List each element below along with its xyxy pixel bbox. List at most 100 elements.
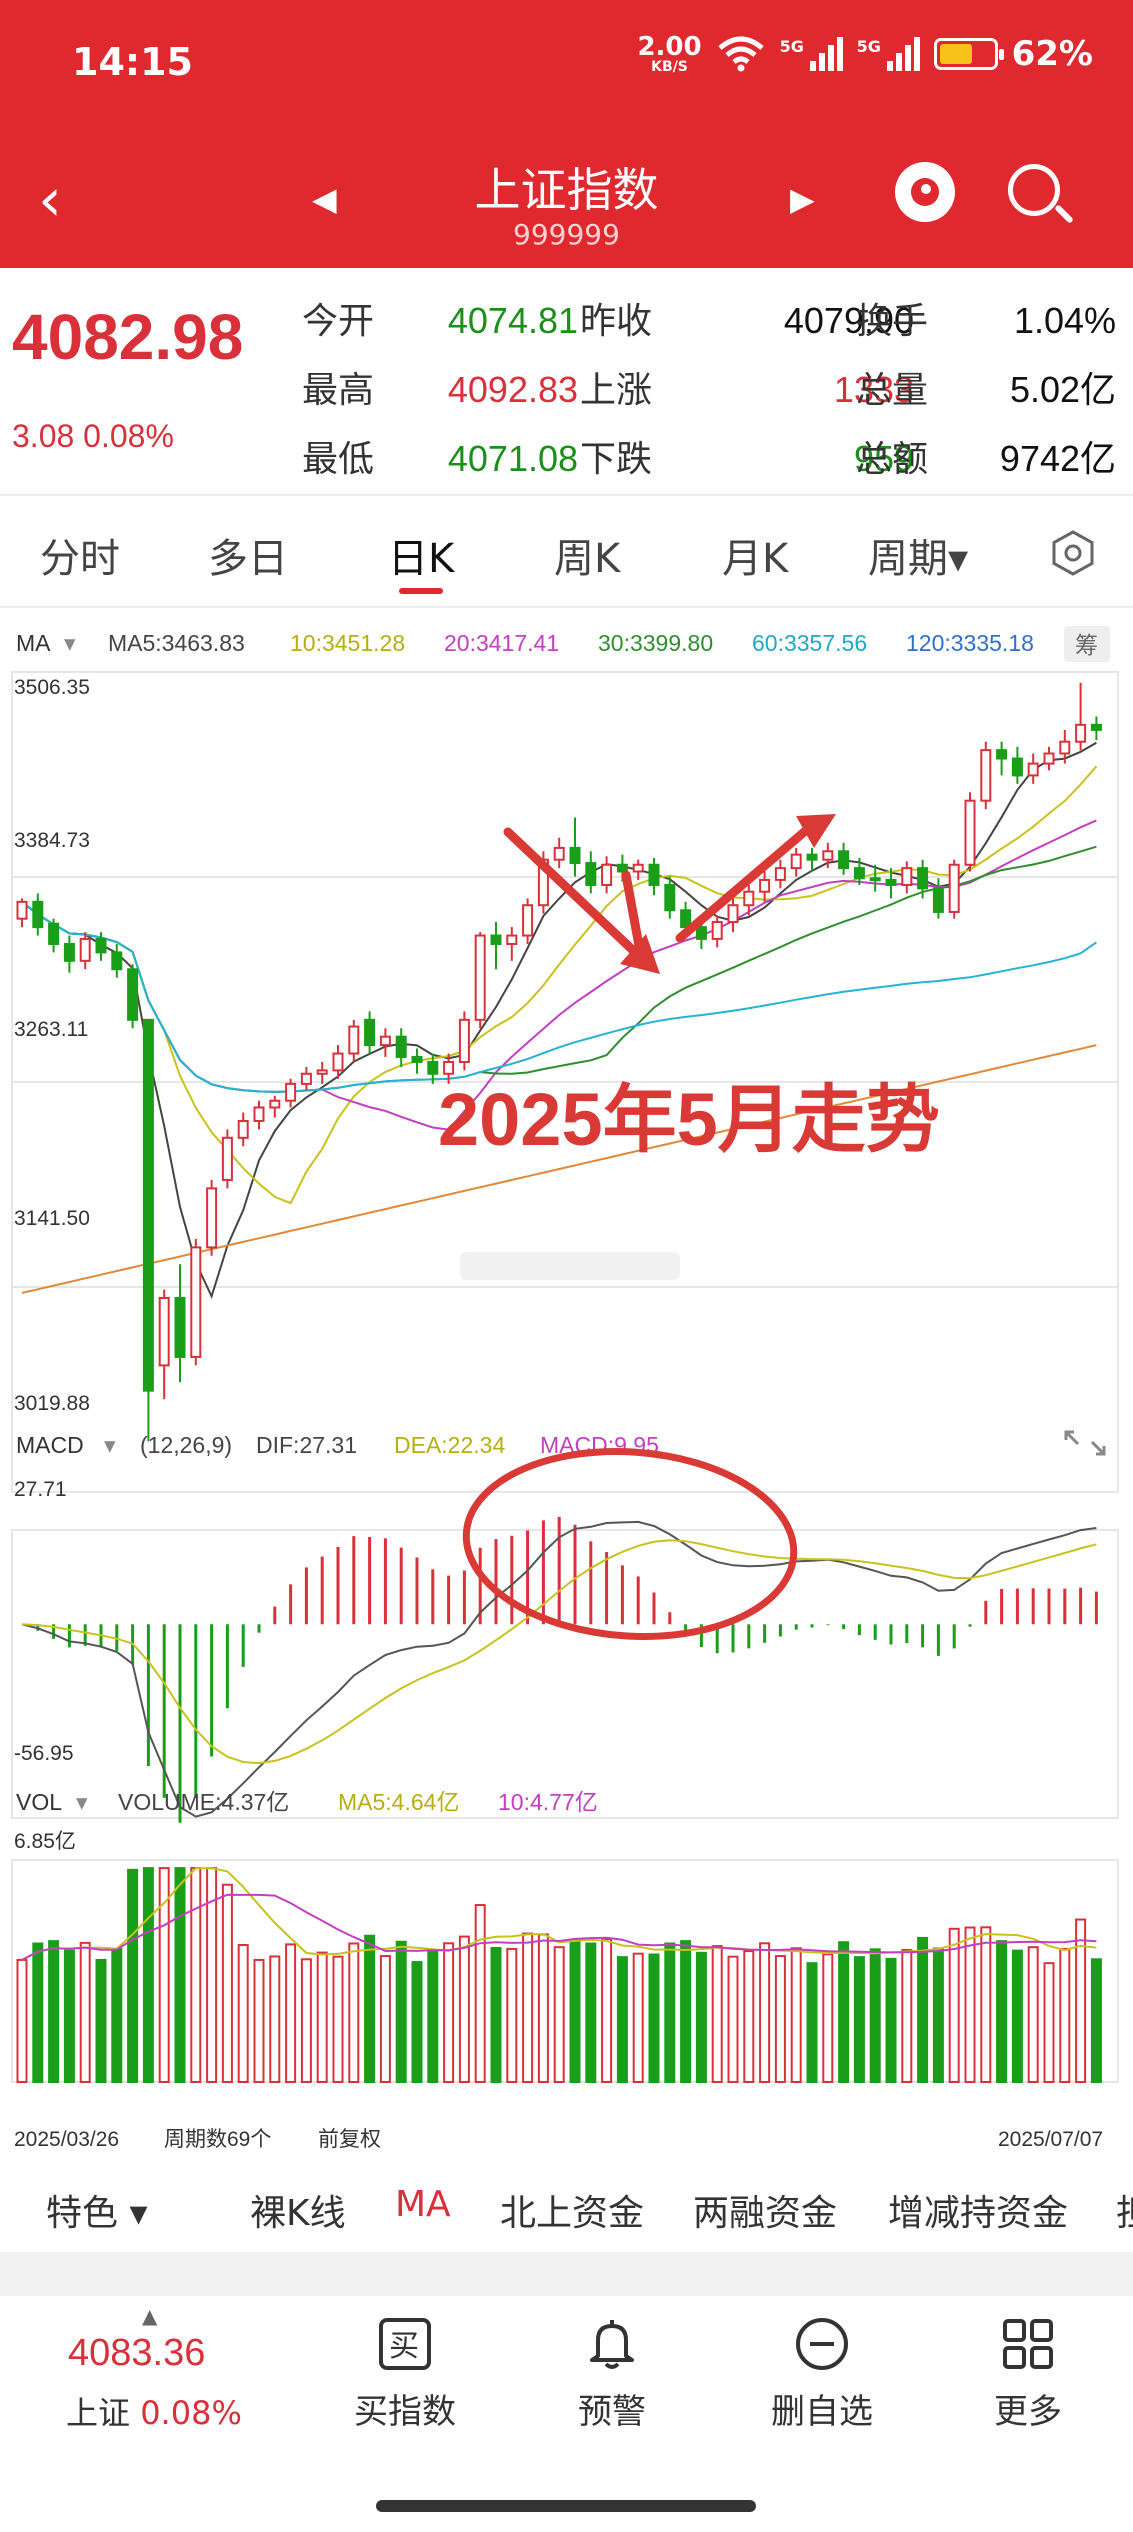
volume-bar <box>980 1926 992 2084</box>
vol-axis-label: 6.85亿 <box>14 1830 76 1853</box>
volume-bar <box>506 1947 518 2084</box>
candle-body <box>458 1018 470 1063</box>
candle-body <box>190 1246 202 1358</box>
volume-bar <box>285 1943 297 2084</box>
candle-body <box>632 863 644 873</box>
candle-body <box>474 934 486 1021</box>
candle <box>348 1019 360 1062</box>
buy-index-button[interactable]: 买 买指数 <box>335 2316 475 2433</box>
feature-special[interactable]: 特色 ▾ <box>46 2184 148 2236</box>
volume-bar <box>221 1883 233 2083</box>
vol-dropdown[interactable]: VOL <box>16 1789 62 1815</box>
candle-body <box>1027 762 1039 777</box>
feature-ma[interactable]: MA <box>395 2184 451 2225</box>
candle-body <box>127 968 139 1021</box>
tab-daily-k[interactable]: 日K <box>388 526 454 594</box>
tab-weekly-k[interactable]: 周K <box>554 526 620 584</box>
volume-bar <box>253 1958 265 2083</box>
volume-bar <box>474 1904 486 2084</box>
candle-body <box>443 1060 455 1075</box>
volume-bar <box>917 1936 929 2083</box>
minus-circle-icon <box>796 2318 848 2370</box>
more-button[interactable]: 更多 <box>958 2316 1098 2433</box>
candle <box>806 847 818 872</box>
candle <box>300 1067 312 1091</box>
volume-panel <box>16 1867 1102 2084</box>
mascot-icon[interactable] <box>895 162 955 222</box>
volume-bar <box>79 1941 91 2083</box>
vol-legend: VOL ▾ VOLUME:4.37亿 MA5:4.64亿 10:4.77亿 <box>16 1789 598 1815</box>
volume-bar <box>996 1940 1008 2083</box>
feature-northbound[interactable]: 北上资金 <box>500 2184 644 2236</box>
candle-body <box>917 867 929 890</box>
chips-button[interactable]: 筹 <box>1075 632 1098 658</box>
price-axis: 3506.35 3384.73 3263.11 3141.50 3019.88 <box>14 676 90 1415</box>
expand-up-icon[interactable]: ▲ <box>142 2304 157 2328</box>
feature-holdings[interactable]: 增减持资金 <box>888 2184 1068 2236</box>
candle <box>127 964 139 1029</box>
search-icon[interactable] <box>1008 164 1060 216</box>
net-speed: 2.00 KB/S <box>637 32 702 75</box>
candle-body <box>869 877 881 882</box>
candle-body <box>48 922 60 945</box>
tab-period[interactable]: 周期▾ <box>868 526 968 584</box>
volume-bar <box>395 1940 407 2083</box>
signal-icon-1: 5G <box>780 37 843 71</box>
tab-monthly-k[interactable]: 月K <box>722 526 788 584</box>
wifi-icon <box>717 36 764 72</box>
ma120-value: 120:3335.18 <box>906 630 1034 656</box>
k-line-chart[interactable]: MA ▾ MA5:3463.83 10:3451.28 20:3417.41 3… <box>0 612 1133 2162</box>
volume-bar <box>522 1932 534 2083</box>
quote-col-1: 今开 4074.81 最高 4092.83 最低 4071.08 <box>302 286 578 493</box>
candle <box>774 859 786 889</box>
feature-margin[interactable]: 两融资金 <box>693 2184 837 2236</box>
macd-dropdown[interactable]: MACD <box>16 1432 84 1458</box>
x-axis-start: 2025/03/26 <box>14 2128 119 2151</box>
candle <box>648 858 660 896</box>
bottom-price[interactable]: 4083.36 <box>68 2332 205 2375</box>
x-axis-adjust[interactable]: 前复权 <box>318 2128 381 2151</box>
home-indicator[interactable] <box>376 2500 756 2512</box>
volume-bar <box>364 1934 376 2084</box>
candle-body <box>711 921 723 940</box>
ma-dropdown[interactable]: MA <box>16 630 51 656</box>
candle-body <box>901 867 913 886</box>
volume-bar <box>616 1956 628 2084</box>
ma-dropdown-caret-icon[interactable]: ▾ <box>64 630 76 656</box>
feature-naked-k[interactable]: 裸K线 <box>250 2184 346 2236</box>
candle-body <box>664 883 676 912</box>
battery-percent: 62% <box>1011 34 1093 74</box>
macd-axis-label: -56.95 <box>14 1742 74 1765</box>
settings-hex-icon[interactable] <box>1048 528 1098 578</box>
volume-bar <box>869 1948 881 2083</box>
vol-ma5: MA5:4.64亿 <box>338 1789 459 1815</box>
alert-button[interactable]: 预警 <box>542 2316 682 2433</box>
expand-icon[interactable] <box>1064 1430 1106 1456</box>
watermark-blur <box>460 1252 680 1280</box>
nav-bar: ‹ ◀ 上证指数 999999 ▶ <box>0 140 1133 268</box>
candle-body <box>427 1060 439 1075</box>
tab-intraday[interactable]: 分时 <box>40 526 120 584</box>
volume-bar <box>901 1948 913 2083</box>
macd-dropdown-caret-icon[interactable]: ▾ <box>104 1432 116 1458</box>
tab-multi-day[interactable]: 多日 <box>208 526 288 584</box>
candle <box>269 1095 281 1118</box>
vol-dropdown-caret-icon[interactable]: ▾ <box>76 1789 88 1815</box>
candle-body <box>506 934 518 945</box>
next-stock-icon[interactable]: ▶ <box>790 180 815 218</box>
candle <box>474 932 486 1029</box>
remove-watchlist-button[interactable]: 删自选 <box>752 2316 892 2433</box>
value-open: 4074.81 <box>447 300 579 341</box>
candle-body <box>32 900 44 929</box>
page-title: 上证指数 <box>474 163 659 217</box>
label-turnover: 换手 <box>856 301 929 342</box>
candle <box>790 847 802 877</box>
candle <box>111 943 123 978</box>
feature-more[interactable]: 担 <box>1116 2184 1133 2236</box>
macd-dif: DIF:27.31 <box>256 1432 357 1458</box>
divider <box>0 2252 1133 2296</box>
macd-panel <box>21 1516 1098 1823</box>
ma5-line <box>21 741 1097 1300</box>
buy-icon: 买 <box>379 2318 431 2370</box>
candle <box>727 898 739 933</box>
